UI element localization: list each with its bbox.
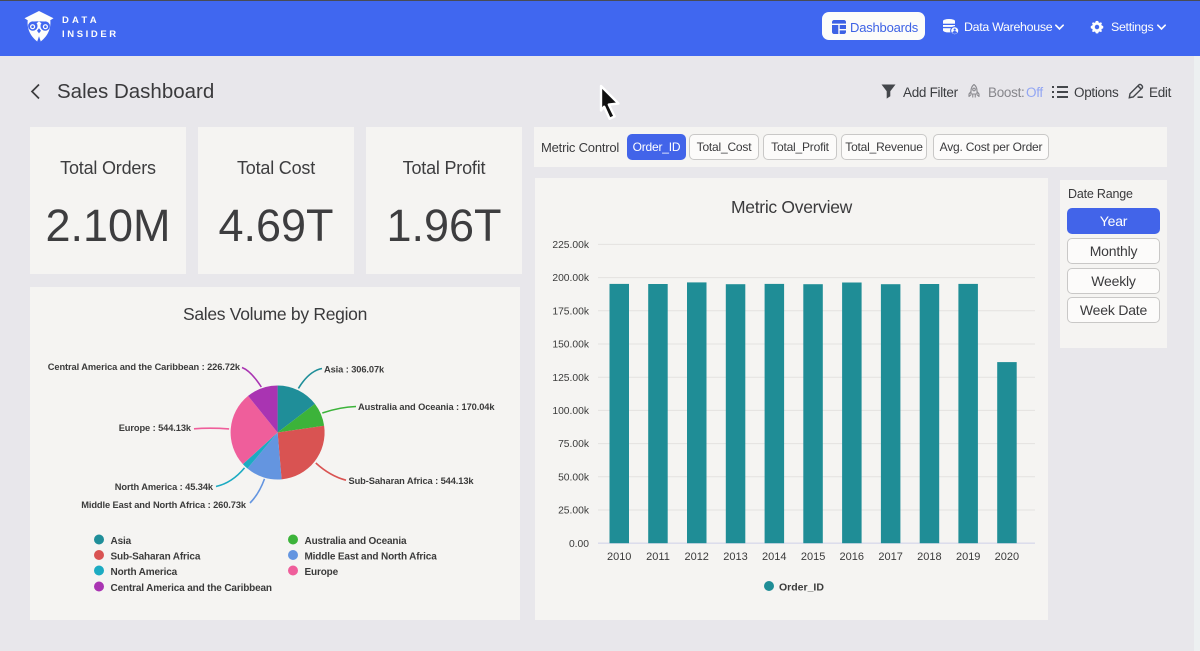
svg-text:225.00k: 225.00k [552,240,589,251]
svg-text:75.00k: 75.00k [558,439,590,450]
svg-text:Europe: Europe [305,567,339,578]
svg-text:2020: 2020 [995,551,1019,563]
svg-text:50.00k: 50.00k [558,472,590,483]
svg-text:Order_ID: Order_ID [779,582,824,594]
svg-text:2018: 2018 [917,551,941,563]
svg-text:125.00k: 125.00k [552,373,589,384]
svg-text:175.00k: 175.00k [552,306,589,317]
svg-text:Asia: Asia [111,536,132,547]
svg-text:Sub-Saharan Africa: Sub-Saharan Africa [111,552,201,563]
svg-text:2015: 2015 [801,551,825,563]
svg-text:Middle East and North Africa :: Middle East and North Africa : 260.73k [81,500,247,510]
svg-text:North America : 45.34k: North America : 45.34k [115,482,214,492]
svg-text:Middle East and North Africa: Middle East and North Africa [305,552,438,563]
svg-text:2019: 2019 [956,551,980,563]
svg-text:2017: 2017 [878,551,902,563]
svg-text:150.00k: 150.00k [552,340,589,351]
svg-text:North America: North America [111,567,178,578]
svg-text:200.00k: 200.00k [552,273,589,284]
svg-text:Europe : 544.13k: Europe : 544.13k [119,423,192,433]
svg-text:2012: 2012 [684,551,708,563]
svg-text:25.00k: 25.00k [558,506,590,517]
svg-text:Australia and Oceania: Australia and Oceania [305,536,407,547]
svg-text:100.00k: 100.00k [552,406,589,417]
svg-text:Australia and Oceania : 170.04: Australia and Oceania : 170.04k [358,402,495,412]
svg-text:2014: 2014 [762,551,786,563]
svg-text:Central America and the Caribb: Central America and the Caribbean : 226.… [48,362,241,372]
svg-text:Asia : 306.07k: Asia : 306.07k [324,365,385,375]
svg-text:2016: 2016 [840,551,864,563]
svg-text:2011: 2011 [646,551,670,563]
svg-text:Sub-Saharan Africa : 544.13k: Sub-Saharan Africa : 544.13k [349,476,475,486]
svg-text:Central America and the Caribb: Central America and the Caribbean [111,583,272,594]
svg-text:2010: 2010 [607,551,631,563]
svg-text:2013: 2013 [723,551,747,563]
svg-text:0.00: 0.00 [569,539,589,550]
